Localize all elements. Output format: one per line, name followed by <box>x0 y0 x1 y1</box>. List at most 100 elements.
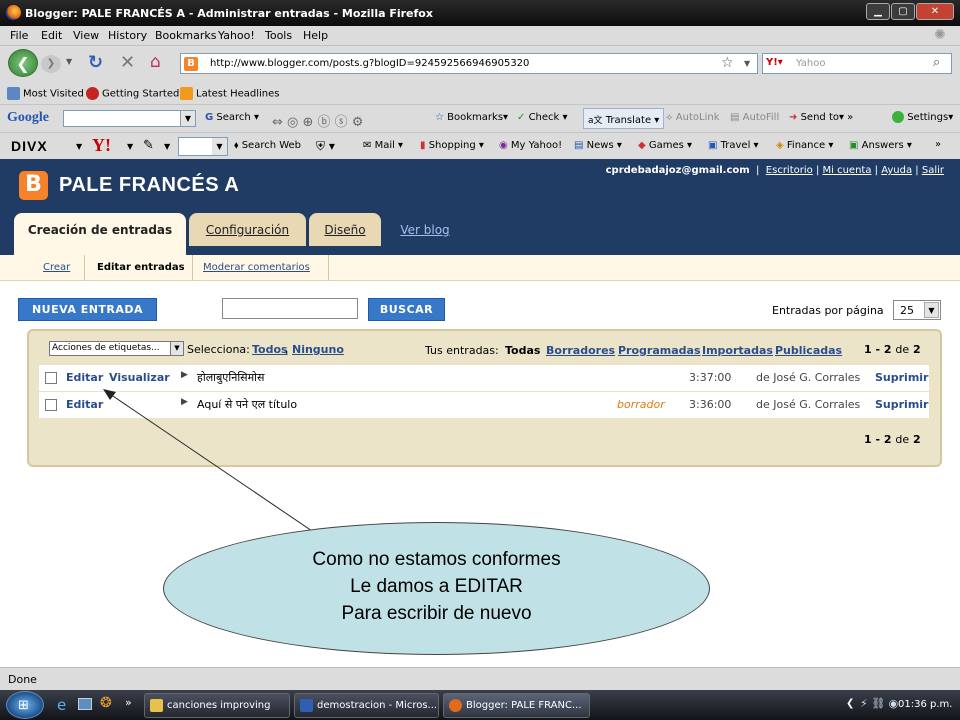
select-all-link[interactable]: Todos <box>252 343 288 356</box>
history-dropdown-icon[interactable]: ▼ <box>66 57 72 66</box>
yahoo-dropdown-icon[interactable]: ▼ <box>127 142 133 151</box>
travel-button[interactable]: ▣ Travel ▾ <box>708 140 759 151</box>
post-checkbox[interactable] <box>45 399 57 411</box>
google-search-button[interactable]: G Search ▾ <box>205 112 259 123</box>
bookmark-getting-started[interactable]: Getting Started <box>86 87 179 100</box>
filter-borradores[interactable]: Borradores <box>546 344 615 357</box>
search-input[interactable]: Y!▾ Yahoo ⌕ <box>762 53 952 74</box>
per-page-select[interactable]: 25 ▼ <box>893 300 941 320</box>
delete-post-link[interactable]: Suprimir <box>875 398 928 411</box>
bookmark-most-visited[interactable]: Most Visited <box>7 87 84 100</box>
maximize-button[interactable]: ▢ <box>891 3 915 20</box>
dropdown-arrow-icon[interactable]: ▼ <box>180 111 195 126</box>
link-escritorio[interactable]: Escritorio <box>766 165 813 176</box>
view-post-link[interactable]: Visualizar <box>109 371 170 384</box>
close-window-button[interactable]: ✕ <box>916 3 954 20</box>
select-none-link[interactable]: Ninguno <box>292 343 344 356</box>
back-button[interactable]: ❮ <box>8 49 38 77</box>
taskbar-item-word[interactable]: demostracion - Micros... <box>294 693 439 718</box>
new-post-button[interactable]: NUEVA ENTRADA <box>18 298 157 321</box>
yahoo-logo[interactable]: Y! <box>92 135 111 156</box>
post-search-input[interactable] <box>222 298 358 319</box>
reload-icon[interactable]: ↻ <box>88 52 103 73</box>
filter-programadas[interactable]: Programadas <box>618 344 701 357</box>
pencil-dropdown-icon[interactable]: ▼ <box>164 142 170 151</box>
home-icon[interactable]: ⌂ <box>150 52 161 72</box>
window-title: Blogger: PALE FRANCÉS A - Administrar en… <box>25 7 433 20</box>
shield-icon[interactable]: ⛨ ▾ <box>316 139 335 154</box>
tray-icons[interactable]: ⚡ ⛓ ◉ <box>860 697 898 710</box>
menu-edit[interactable]: Edit <box>41 29 62 42</box>
subtab-crear[interactable]: Crear <box>43 262 70 273</box>
quicklaunch-overflow-icon[interactable]: » <box>125 696 132 709</box>
settings-button[interactable]: Settings▾ <box>892 111 953 123</box>
delete-post-link[interactable]: Suprimir <box>875 371 928 384</box>
filter-importadas[interactable]: Importadas <box>702 344 773 357</box>
toolbar-icons-group[interactable]: ⇔ ◎ ⊕ ⓑ ⓢ ⚙ <box>272 111 363 130</box>
yahoo-search-dropdown-icon[interactable]: ▼ <box>212 138 227 155</box>
menu-file[interactable]: File <box>10 29 28 42</box>
green-dot-icon <box>892 111 904 123</box>
stop-icon[interactable]: ✕ <box>120 52 135 73</box>
post-checkbox[interactable] <box>45 372 57 384</box>
tab-configuracion[interactable]: Configuración <box>189 213 306 246</box>
subtab-editar-entradas[interactable]: Editar entradas <box>97 262 185 273</box>
start-button[interactable]: ⊞ <box>6 691 44 719</box>
autofill-button[interactable]: ▤ AutoFill <box>730 112 779 123</box>
edit-post-link[interactable]: Editar <box>66 371 103 384</box>
search-posts-button[interactable]: BUSCAR <box>368 298 445 321</box>
label-actions-select[interactable]: Acciones de etiquetas... ▼ <box>49 341 184 356</box>
menu-history[interactable]: History <box>108 29 147 42</box>
menu-help[interactable]: Help <box>303 29 328 42</box>
link-salir[interactable]: Salir <box>922 165 944 176</box>
tray-arrow-icon[interactable]: ❮ <box>846 698 854 709</box>
tab-creacion-entradas[interactable]: Creación de entradas <box>14 213 186 256</box>
taskbar-item-firefox[interactable]: Blogger: PALE FRANC... <box>443 693 590 718</box>
link-mi-cuenta[interactable]: Mi cuenta <box>823 165 872 176</box>
clock[interactable]: 01:36 p.m. <box>898 699 952 710</box>
menu-bookmarks[interactable]: Bookmarks <box>155 29 216 42</box>
finance-button[interactable]: ◈ Finance ▾ <box>776 140 833 151</box>
filter-publicadas[interactable]: Publicadas <box>775 344 842 357</box>
bookmark-star-icon[interactable]: ☆ <box>721 55 734 71</box>
search-web-button[interactable]: ⬧ Search Web <box>234 140 301 151</box>
games-button[interactable]: ◆ Games ▾ <box>638 140 692 151</box>
send-to-button[interactable]: ➜ Send to▾ » <box>789 112 853 123</box>
bookmark-latest-headlines[interactable]: Latest Headlines <box>180 87 280 100</box>
subtab-moderar-comentarios[interactable]: Moderar comentarios <box>203 262 310 273</box>
edit-post-link[interactable]: Editar <box>66 398 103 411</box>
spell-check-button[interactable]: ✓ Check ▾ <box>517 112 568 123</box>
firefox-quicklaunch-icon[interactable]: ❂ <box>100 695 112 711</box>
translate-button[interactable]: a文 Translate ▾ <box>583 108 665 129</box>
divx-dropdown-icon[interactable]: ▼ <box>76 142 82 151</box>
pencil-icon[interactable]: ✎ <box>143 138 154 153</box>
link-ayuda[interactable]: Ayuda <box>881 165 912 176</box>
forward-button[interactable]: ❯ <box>41 55 61 73</box>
ie-quicklaunch-icon[interactable]: e <box>57 696 66 714</box>
tab-ver-blog[interactable]: Ver blog <box>385 213 465 246</box>
yahoo-engine-icon[interactable]: Y!▾ <box>766 57 783 68</box>
show-desktop-icon[interactable] <box>78 698 92 710</box>
url-dropdown-icon[interactable]: ▼ <box>744 59 750 68</box>
mail-button[interactable]: ✉ Mail ▾ <box>363 140 403 151</box>
taskbar-item-folder[interactable]: canciones improving <box>144 693 290 718</box>
answers-button[interactable]: ▣ Answers ▾ <box>849 140 912 151</box>
toolbar-overflow-icon[interactable]: » <box>935 139 941 150</box>
google-search-input[interactable] <box>63 110 196 127</box>
search-icon[interactable]: ⌕ <box>933 55 940 70</box>
my-yahoo-button[interactable]: ◉ My Yahoo! <box>499 140 562 151</box>
url-bar[interactable]: B http://www.blogger.com/posts.g?blogID=… <box>180 53 758 74</box>
news-button[interactable]: ▤ News ▾ <box>574 140 622 151</box>
menu-view[interactable]: View <box>73 29 99 42</box>
google-bookmarks-button[interactable]: ☆ Bookmarks▾ <box>435 112 508 123</box>
autolink-button[interactable]: ⟡ AutoLink <box>666 112 720 123</box>
menu-tools[interactable]: Tools <box>265 29 292 42</box>
expand-triangle-icon[interactable]: ▶ <box>181 370 188 380</box>
menu-yahoo[interactable]: Yahoo! <box>218 29 255 42</box>
blogger-logo-icon[interactable]: B <box>19 171 48 200</box>
tab-diseno[interactable]: Diseño <box>309 213 381 246</box>
divx-logo: DIVX <box>11 138 48 154</box>
minimize-button[interactable]: ▁ <box>866 3 890 20</box>
shopping-button[interactable]: ▮ Shopping ▾ <box>420 140 484 151</box>
expand-triangle-icon[interactable]: ▶ <box>181 397 188 407</box>
